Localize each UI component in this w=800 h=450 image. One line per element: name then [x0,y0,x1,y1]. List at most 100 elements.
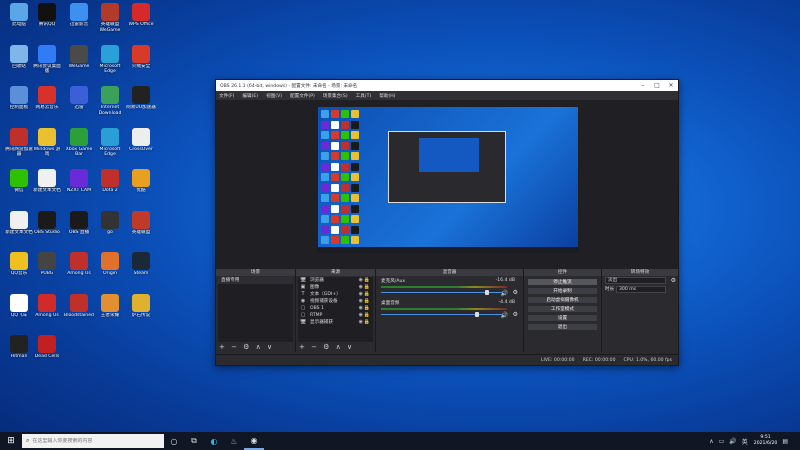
maximize-icon[interactable]: □ [650,82,664,89]
source-item[interactable]: ▢ OBS 1 ◉ 🔒 [298,305,373,312]
desktop-icon[interactable]: CrossOver [126,127,156,153]
eye-icon[interactable]: ◉ [359,277,363,284]
scenes-footer-buttons[interactable]: + − ⚙ ∧ ∨ [219,343,274,351]
eye-icon[interactable]: ◉ [359,284,363,291]
source-item[interactable]: ▢ RTMP ◉ 🔒 [298,312,373,319]
start-recording-button[interactable]: 开始录制 [527,287,598,295]
sources-footer-buttons[interactable]: + − ⚙ ∧ ∨ [299,343,354,351]
eye-icon[interactable]: ◉ [359,319,363,326]
lock-icon[interactable]: 🔒 [364,312,370,319]
desktop-icon[interactable]: OBS 直播 [64,210,94,236]
menu-scene-collection[interactable]: 场景集合(S) [323,93,348,99]
minimize-icon[interactable]: – [636,82,650,89]
edge-icon[interactable]: ◐ [204,432,224,450]
desktop-icon[interactable]: Internet Download [95,86,125,116]
desktop-icon[interactable]: 迅雷 [64,86,94,111]
desktop-icon[interactable]: QQ音乐 [4,252,34,277]
desktop-icon[interactable]: WPS Office [126,3,156,28]
clock[interactable]: 9:51 2021/6/20 [754,435,778,447]
desktop-icon[interactable]: NZXT CAM [64,169,94,194]
desktop-icon[interactable]: 控制面板 [4,86,34,111]
desktop-icon[interactable]: Hitman [4,335,34,360]
desktop-icon[interactable]: 火绒安全 [126,44,156,70]
lock-icon[interactable]: 🔒 [364,291,370,298]
duration-input[interactable]: 300 ms [616,286,666,293]
lock-icon[interactable]: 🔒 [364,284,370,291]
speaker-icon[interactable]: 🔊 [501,290,508,297]
gear-icon[interactable]: ⚙ [671,276,676,285]
desktop-icon[interactable]: 此电脑 [4,3,34,28]
desktop-icon[interactable]: Among Us [64,252,94,277]
lock-icon[interactable]: 🔒 [364,319,370,326]
menu-edit[interactable]: 编辑(E) [242,93,258,99]
menu-profile[interactable]: 配置文件(P) [290,93,315,99]
menu-file[interactable]: 文件(F) [219,93,234,99]
transition-type-row[interactable]: 淡出 ⚙ [602,276,678,285]
source-item[interactable]: ◉ 视频捕获设备 ◉ 🔒 [298,298,373,305]
eye-icon[interactable]: ◉ [359,298,363,305]
desktop-icon[interactable]: Steam [126,252,156,277]
speaker-icon[interactable]: 🔊 [501,312,508,319]
source-item[interactable]: T 文本（GDI+） ◉ 🔒 [298,291,373,298]
desktop-icon[interactable]: 优酷 [126,169,156,194]
studio-mode-button[interactable]: 工作室模式 [527,305,598,313]
scene-item[interactable]: 直播专用 [218,277,293,284]
desktop-icon[interactable]: Among Us [32,293,62,319]
cortana-icon[interactable]: ○ [164,432,184,450]
menu-view[interactable]: 视图(V) [266,93,282,99]
volume-slider[interactable] [381,312,502,317]
obs-window[interactable]: OBS 26.1.1 (64-bit, windows) - 配置文件: 未命名… [215,79,679,366]
volume-slider-knob[interactable] [484,290,489,295]
source-item[interactable]: 🖥 显示器捕获 ◉ 🔒 [298,319,373,326]
desktop-icon[interactable]: 回收站 [4,44,34,70]
desktop-icon[interactable]: Origin [95,252,125,277]
network-icon[interactable]: ▭ [719,438,725,445]
menu-tools[interactable]: 工具(T) [356,93,372,99]
desktop-icon[interactable]: PUBG [32,252,62,277]
desktop-icon[interactable]: Windows 游戏 [32,127,62,158]
desktop-icon[interactable]: 腾讯网游加速器 [4,127,34,158]
sources-list[interactable]: 🖥 浏览器 ◉ 🔒 ▣ 图像 ◉ 🔒 T 文本（GDI+） ◉ 🔒 ◉ 视频捕获设备 ◉ 🔒 ▢ OBS … [298,277,373,342]
desktop-icon[interactable]: go [95,210,125,236]
desktop-icon[interactable]: OBS Studio [32,210,62,236]
lock-icon[interactable]: 🔒 [364,277,370,284]
desktop-icon[interactable]: 王者荣耀 [95,293,125,319]
lock-icon[interactable]: 🔒 [364,298,370,305]
preview-canvas[interactable] [318,107,578,253]
settings-button[interactable]: 设置 [527,314,598,322]
eye-icon[interactable]: ◉ [359,291,363,298]
desktop-icon[interactable]: 英雄联盟WeGame [95,3,125,33]
start-virtual-camera-button[interactable]: 启动虚拟摄像机 [527,296,598,304]
ime-icon[interactable]: 英 [742,437,748,446]
search-input[interactable] [32,438,153,444]
lock-icon[interactable]: 🔒 [364,305,370,312]
taskbar-search[interactable]: ⌕ [22,434,164,448]
obs-taskbar-icon[interactable]: ◉ [244,432,264,450]
windows-start-icon[interactable]: ⊞ [0,432,22,450]
stop-streaming-button[interactable]: 停止推流 [527,278,598,286]
desktop-icon[interactable]: 新建文本文档 [4,210,34,236]
desktop-icon[interactable]: QQ飞车 [4,293,34,319]
gear-icon[interactable]: ⚙ [513,289,518,296]
obs-titlebar[interactable]: OBS 26.1.1 (64-bit, windows) - 配置文件: 未命名… [216,80,678,91]
desktop-icon[interactable]: WeGame [64,44,94,70]
desktop-icon[interactable]: 腾讯会议桌面版 [32,44,62,75]
close-icon[interactable]: ✕ [664,82,678,89]
volume-slider[interactable] [381,290,502,295]
gear-icon[interactable]: ⚙ [513,311,518,318]
scenes-list[interactable]: 直播专用 [218,277,293,342]
notification-icon[interactable]: ▤ [782,438,788,445]
desktop-icon[interactable]: Dota 2 [95,169,125,194]
exit-button[interactable]: 退出 [527,323,598,331]
volume-slider-knob[interactable] [475,312,480,317]
desktop-icon[interactable]: Xbox Game Bar [64,127,94,158]
desktop-icon[interactable]: 新建文本文档 [32,169,62,194]
steam-icon[interactable]: ♨ [224,432,244,450]
desktop-icon[interactable]: 英雄联盟 [126,210,156,236]
transition-select[interactable]: 淡出 [605,277,666,284]
desktop-icon[interactable]: 网易UU加速器 [126,86,156,111]
menu-help[interactable]: 帮助(H) [379,93,395,99]
desktop-icon[interactable]: Dead Cells [32,335,62,360]
desktop-icon[interactable]: 炉石传说 [126,293,156,319]
desktop-icon[interactable]: Microsoft Edge [95,127,125,158]
